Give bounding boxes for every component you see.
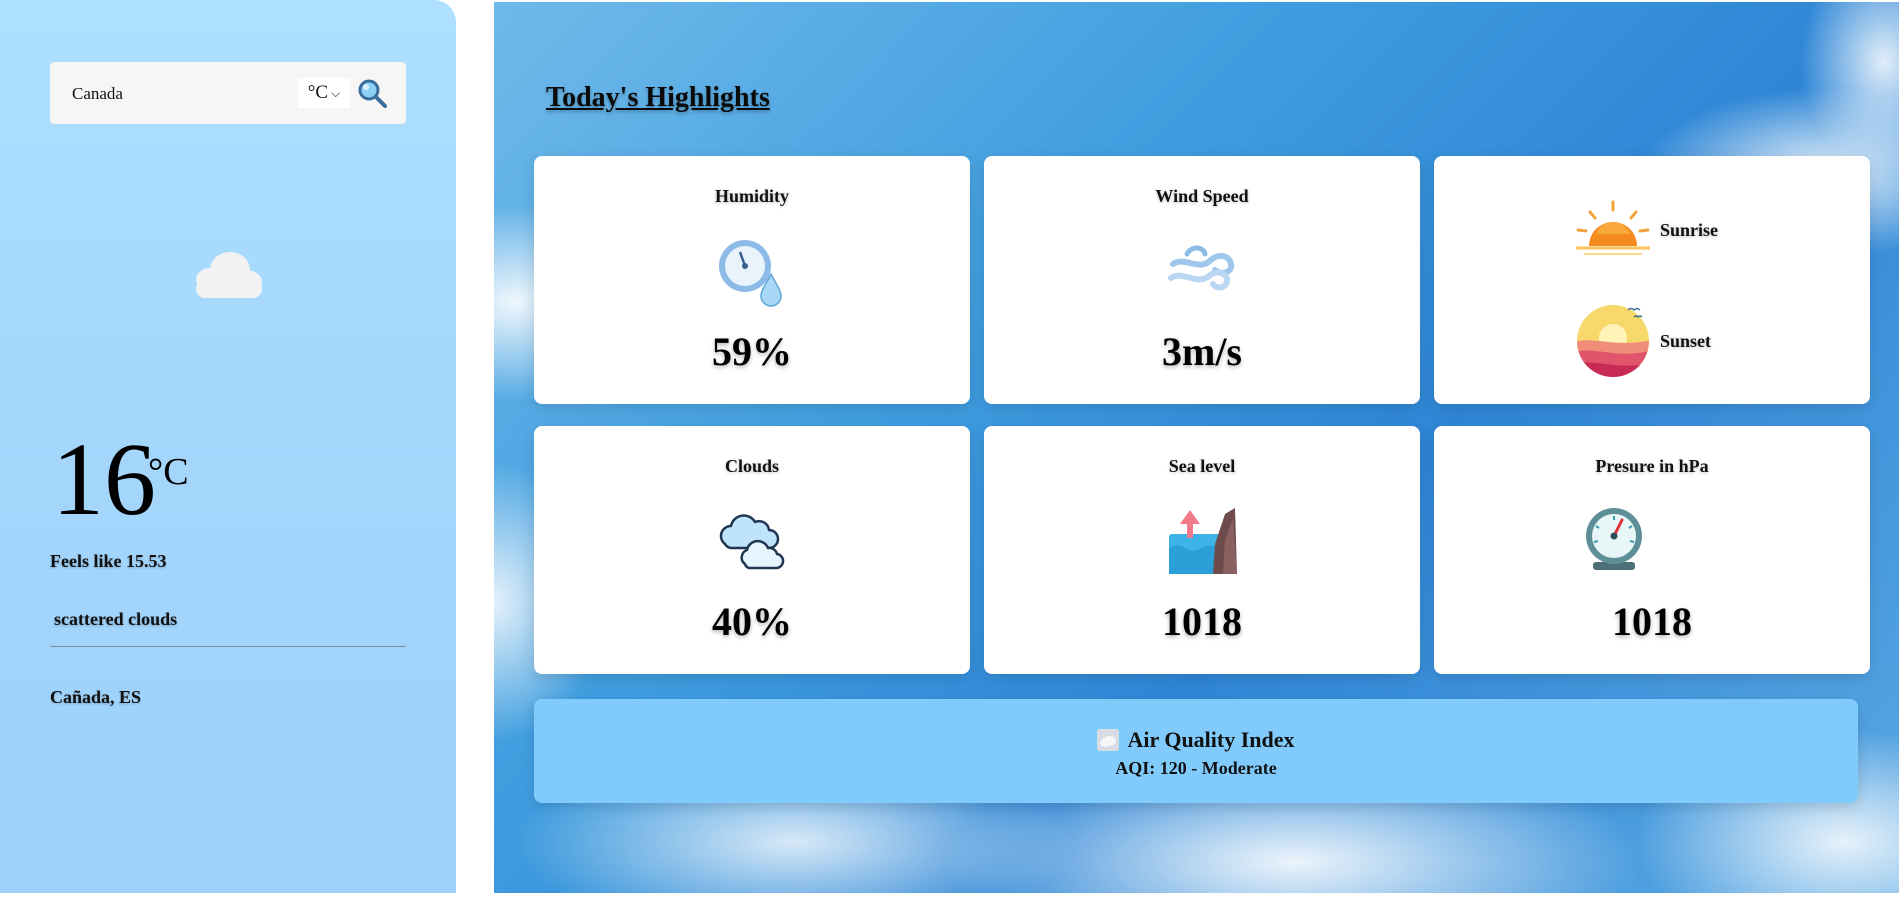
search-button[interactable] — [356, 77, 388, 109]
cloud-icon — [196, 252, 262, 298]
temperature-unit: °C — [148, 451, 189, 493]
feels-like: Feels like 15.53 — [50, 551, 167, 571]
humidity-card: Humidity 59% — [534, 156, 970, 404]
aqi-title: Air Quality Index — [1127, 727, 1295, 752]
sea-level-title: Sea level — [1168, 456, 1236, 476]
main-panel: Today's Highlights Humidity 59% Wind Spe… — [494, 2, 1899, 893]
clouds-value: 40% — [712, 599, 792, 644]
sunset-label: Sunset — [1660, 330, 1712, 351]
aqi-title-row: Air Quality Index — [534, 727, 1858, 753]
search-bar: °C ⌵ — [50, 62, 406, 124]
cloud-emoji-icon — [1097, 729, 1120, 751]
wind-card: Wind Speed 3m/s — [984, 156, 1420, 404]
pressure-value: 1018 — [1612, 599, 1692, 644]
wind-value: 3m/s — [1162, 329, 1242, 374]
sun-card: Sunrise Sunset — [1434, 156, 1870, 404]
sea-level-value: 1018 — [1162, 599, 1242, 644]
sea-level-icon — [1169, 508, 1237, 574]
humidity-title: Humidity — [714, 186, 789, 206]
sunrise-icon — [1576, 200, 1650, 255]
clouds-icon — [719, 514, 785, 570]
unit-select-value: °C — [307, 82, 329, 103]
aqi-value: AQI: 120 - Moderate — [1115, 758, 1277, 778]
sunrise-row: Sunrise — [1574, 200, 1718, 260]
clouds-card: Clouds 40% — [534, 426, 970, 674]
wind-icon — [1168, 245, 1235, 291]
humidity-value: 59% — [712, 329, 792, 374]
sunrise-label: Sunrise — [1660, 219, 1719, 240]
pressure-title: Presure in hPa — [1595, 456, 1709, 476]
sunset-row: Sunset — [1574, 302, 1711, 380]
chevron-down-icon: ⌵ — [331, 85, 341, 100]
weather-description: scattered clouds — [54, 609, 178, 629]
sunset-icon — [1577, 305, 1649, 377]
page-title: Today's Highlights — [546, 82, 770, 113]
barometer-icon — [1586, 508, 1642, 570]
wind-title: Wind Speed — [1155, 186, 1249, 206]
sidebar: °C ⌵ 16 °C Feels like 15.53 scattered cl… — [0, 0, 456, 893]
unit-select[interactable]: °C ⌵ — [298, 78, 350, 108]
humidity-gauge-icon — [719, 240, 782, 307]
aqi-panel: Air Quality Index AQI: 120 - Moderate — [534, 699, 1858, 803]
location: Cañada, ES — [50, 687, 142, 707]
temperature-value: 16 — [52, 422, 156, 537]
search-input[interactable] — [70, 78, 294, 110]
divider — [50, 646, 406, 647]
pressure-card: Presure in hPa 1018 — [1434, 426, 1870, 674]
clouds-title: Clouds — [724, 456, 780, 476]
sea-level-card: Sea level 1018 — [984, 426, 1420, 674]
